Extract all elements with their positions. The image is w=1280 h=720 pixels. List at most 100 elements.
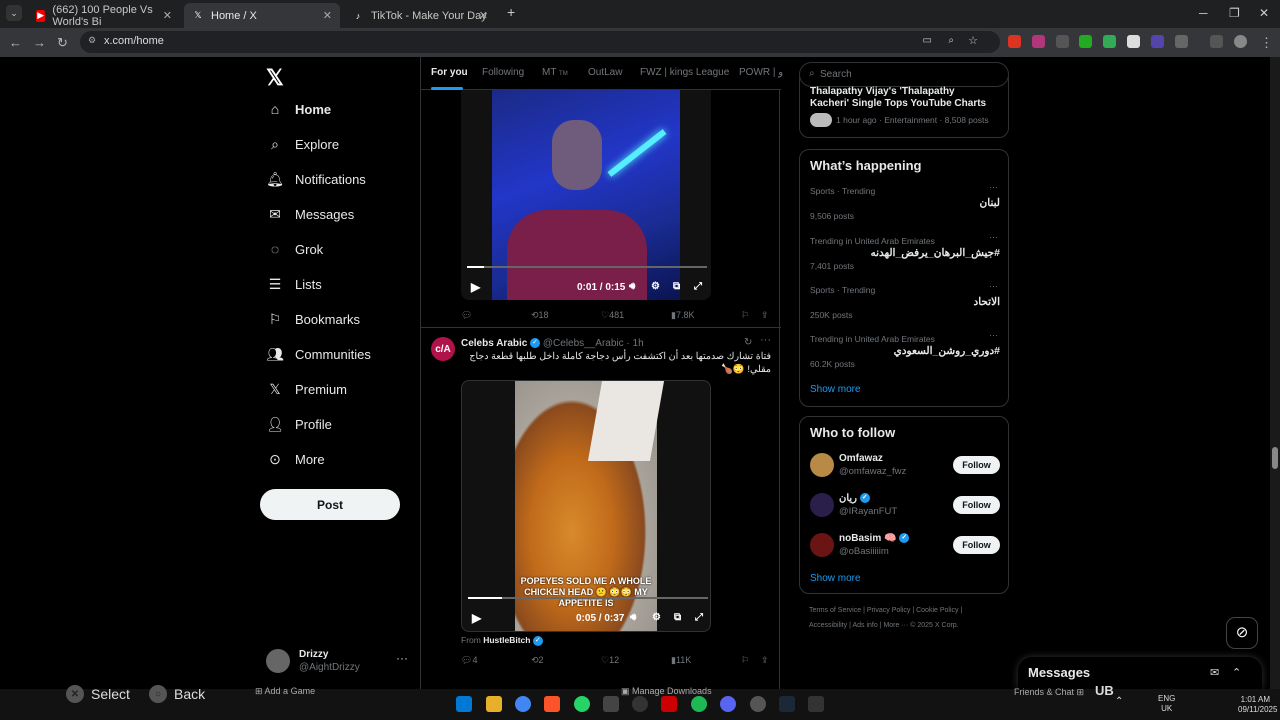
sidebar-item-grok[interactable]: ◌ Grok — [266, 241, 323, 257]
expand-chevron-icon[interactable]: ⌃ — [1232, 666, 1241, 679]
close-tab-icon[interactable]: ✕ — [163, 9, 172, 22]
app-icon[interactable] — [808, 696, 824, 712]
tray-icon[interactable]: UB — [1095, 684, 1114, 697]
extension-icon[interactable] — [1079, 35, 1092, 48]
bookmark-star-icon[interactable]: ☆ — [968, 34, 978, 47]
minimize-icon[interactable]: ─ — [1199, 6, 1208, 20]
post-button[interactable]: Post — [260, 489, 400, 520]
avatar[interactable]: c/A — [431, 337, 455, 361]
sidebar-item-lists[interactable]: ☰ Lists — [266, 276, 322, 293]
app-icon[interactable] — [632, 696, 648, 712]
friends-chat-link[interactable]: Friends & Chat ⊞ — [1014, 687, 1084, 698]
x-logo-icon[interactable]: 𝕏 — [266, 65, 284, 91]
show-more-link[interactable]: Show more — [810, 384, 861, 395]
steam-icon[interactable] — [779, 696, 795, 712]
show-more-link[interactable]: Show more — [810, 573, 861, 584]
sidebar-item-explore[interactable]: ⌕ Explore — [266, 136, 339, 153]
bookmark-icon[interactable]: ⚐ — [741, 655, 749, 666]
close-tab-icon[interactable]: ✕ — [479, 9, 488, 22]
more-dots-icon[interactable]: ··· — [989, 182, 998, 192]
site-info-icon[interactable]: ⚙ — [88, 35, 96, 46]
like-button[interactable]: ♡ 12 — [601, 655, 619, 666]
trend-item[interactable]: Sports · Trending ··· لبنان 9,506 posts — [810, 182, 1000, 234]
picture-in-picture-icon[interactable]: ⧉ — [674, 612, 681, 623]
chrome-icon[interactable] — [515, 696, 531, 712]
follow-suggestion[interactable]: noBasim 🧠 ✓ @oBasiiiiim Follow — [810, 531, 1000, 561]
spotify-icon[interactable] — [691, 696, 707, 712]
shield-extension-icon[interactable] — [1103, 35, 1116, 48]
sidebar-item-messages[interactable]: ✉ Messages — [266, 206, 354, 223]
footer-links[interactable]: Accessibility | Ads info | More ··· © 20… — [809, 622, 959, 629]
discord-icon[interactable] — [720, 696, 736, 712]
windows-start-icon[interactable] — [456, 696, 472, 712]
repost-button[interactable]: ⟲ 18 — [531, 310, 549, 321]
messages-dock[interactable]: Messages ✉ ⌃ — [1018, 657, 1262, 689]
page-scrollbar[interactable] — [1270, 57, 1280, 689]
puzzle-icon[interactable] — [1175, 35, 1188, 48]
brave-icon[interactable] — [544, 696, 560, 712]
profile-avatar-icon[interactable] — [1234, 35, 1247, 48]
video-progress-bar[interactable] — [467, 266, 707, 268]
browser-menu-icon[interactable]: ⋮ — [1260, 35, 1273, 51]
trend-item[interactable]: Trending in United Arab Emirates ··· #دو… — [810, 330, 1000, 382]
video-player-2[interactable]: POPEYES SOLD ME A WHOLE CHICKEN HEAD 😕 😳… — [461, 380, 711, 632]
views-button[interactable]: ▮ 11K — [671, 655, 691, 666]
tab-powr[interactable]: POWR | ﻭ — [739, 67, 783, 78]
reply-icon[interactable]: 💬︎ — [461, 310, 472, 321]
close-window-icon[interactable]: ✕ — [1259, 6, 1269, 20]
sidebar-item-profile[interactable]: 👤︎ Profile — [266, 416, 332, 433]
settings-gear-icon[interactable]: ⚙ — [652, 612, 661, 623]
fullscreen-icon[interactable]: ⤢ — [695, 612, 703, 623]
volume-icon[interactable]: 🔊︎ — [629, 281, 635, 292]
video-progress-bar[interactable] — [468, 597, 708, 599]
trend-item[interactable]: Trending in United Arab Emirates ··· #جي… — [810, 232, 1000, 284]
bookmark-icon[interactable]: ⚐ — [741, 310, 749, 321]
picture-in-picture-icon[interactable]: ⧉ — [673, 281, 680, 292]
follow-button[interactable]: Follow — [953, 456, 1000, 474]
repost-button[interactable]: ⟲ 2 — [531, 655, 544, 666]
follow-button[interactable]: Follow — [953, 496, 1000, 514]
volume-icon[interactable]: 🔊︎ — [630, 612, 636, 623]
grok-explain-icon[interactable]: ↻ — [744, 337, 752, 348]
tab-search-chevron-icon[interactable]: ⌄ — [6, 5, 22, 21]
new-message-icon[interactable]: ✉ — [1210, 666, 1219, 679]
more-dots-icon[interactable]: ··· — [989, 281, 998, 291]
extension-icon[interactable] — [1127, 35, 1140, 48]
language-indicator[interactable]: ENG UK — [1158, 694, 1175, 714]
extension-icon[interactable] — [1008, 35, 1021, 48]
install-app-icon[interactable]: ▭ — [923, 35, 932, 46]
from-user-link[interactable]: HustleBitch — [483, 635, 530, 645]
app-icon[interactable] — [750, 696, 766, 712]
sidebar-item-notifications[interactable]: 🔔︎ Notifications — [266, 171, 366, 188]
reload-icon[interactable]: ↻ — [57, 35, 68, 51]
fullscreen-icon[interactable]: ⤢ — [694, 281, 702, 292]
more-dots-icon[interactable]: ··· — [989, 232, 998, 242]
like-button[interactable]: ♡ 481 — [601, 310, 624, 321]
sidebar-item-home[interactable]: ⌂ Home — [266, 101, 331, 117]
extension-icon[interactable] — [1056, 35, 1069, 48]
tab-following[interactable]: Following — [482, 67, 524, 78]
views-button[interactable]: ▮ 7.8K — [671, 310, 694, 321]
tab-mt[interactable]: MT TM — [542, 67, 568, 78]
eye-extension-icon[interactable] — [1151, 35, 1164, 48]
tray-chevron-icon[interactable]: ⌃ — [1115, 697, 1123, 707]
app-icon[interactable] — [603, 696, 619, 712]
sidebar-item-premium[interactable]: 𝕏 Premium — [266, 381, 347, 398]
share-icon[interactable]: ⇪ — [761, 655, 769, 666]
reply-button[interactable]: 💬︎ 4 — [461, 655, 477, 666]
settings-gear-icon[interactable]: ⚙ — [651, 281, 660, 292]
forward-arrow-icon[interactable]: → — [33, 35, 46, 50]
sidebar-item-communities[interactable]: 👥︎ Communities — [266, 346, 371, 363]
back-button[interactable]: ○ Back — [149, 685, 205, 703]
select-button[interactable]: ✕ Select — [66, 685, 130, 703]
follow-suggestion[interactable]: Omfawaz @omfawaz_fwz Follow — [810, 451, 1000, 481]
trend-item[interactable]: Sports · Trending ··· الاتحاد 250K posts — [810, 281, 1000, 333]
sidebar-item-more[interactable]: ⊙ More — [266, 451, 325, 468]
close-tab-icon[interactable]: ✕ — [323, 9, 332, 22]
sidebar-item-bookmarks[interactable]: ⚐ Bookmarks — [266, 311, 360, 328]
play-icon[interactable]: ▶ — [471, 280, 480, 294]
whatsapp-icon[interactable] — [574, 696, 590, 712]
tab-outlaw[interactable]: OutLaw — [588, 67, 622, 78]
reading-list-icon[interactable] — [1210, 35, 1223, 48]
tab-fwz-kings-league[interactable]: FWZ | kings League — [640, 67, 729, 78]
